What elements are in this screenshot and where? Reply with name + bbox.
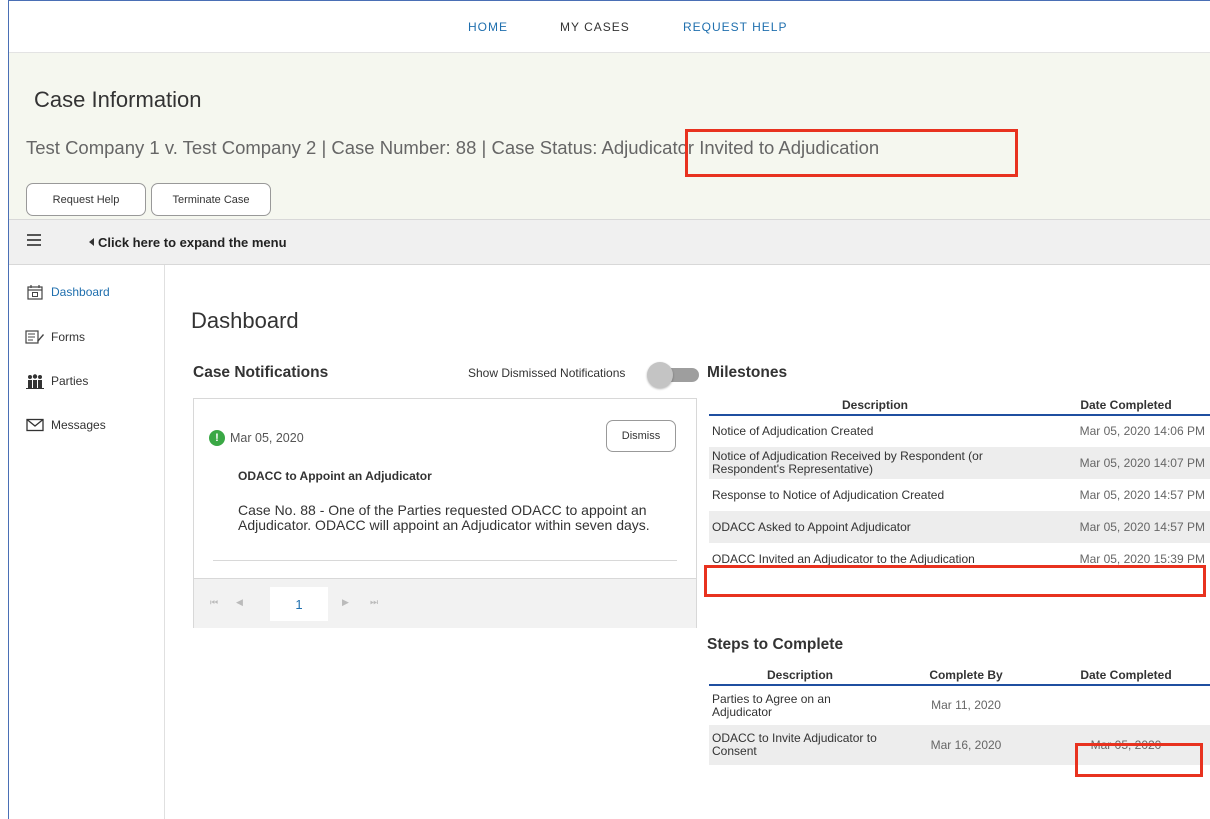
milestone-date: Mar 05, 2020 14:57 PM (1079, 487, 1205, 502)
step-description: Parties to Agree on an Adjudicator (712, 691, 831, 719)
prev-page-icon[interactable]: ◀ (236, 597, 243, 608)
app-frame: HOME MY CASES REQUEST HELP Case Informat… (8, 0, 1210, 819)
sidebar-item-label: Messages (51, 418, 106, 432)
milestones-heading: Milestones (707, 364, 788, 381)
current-page[interactable]: 1 (270, 587, 328, 621)
sidebar-item-dashboard[interactable]: Dashboard (25, 282, 110, 302)
column-header: Complete By (891, 665, 1041, 686)
request-help-button[interactable]: Request Help (26, 183, 146, 216)
page-title: Case Information (34, 87, 202, 112)
sidebar-item-label: Dashboard (51, 285, 110, 299)
case-summary-text: Test Company 1 v. Test Company 2 | Case … (26, 137, 602, 158)
table-row: ODACC Asked to Appoint Adjudicator Mar 0… (709, 511, 1210, 543)
show-dismissed-label: Show Dismissed Notifications (468, 366, 626, 380)
column-header: Date Completed (1041, 395, 1210, 416)
milestone-description: ODACC Invited an Adjudicator to the Adju… (712, 551, 975, 566)
milestone-date: Mar 05, 2020 14:06 PM (1079, 424, 1205, 438)
case-header: Case Information Test Company 1 v. Test … (9, 53, 1210, 219)
column-header: Description (709, 665, 891, 686)
steps-table: Description Complete By Date Completed P… (709, 665, 1210, 765)
table-row: Response to Notice of Adjudication Creat… (709, 479, 1210, 511)
step-complete-by: Mar 11, 2020 (931, 698, 1001, 712)
terminate-case-button[interactable]: Terminate Case (151, 183, 271, 216)
pagination: ⏮ ◀ 1 ▶ ⏭ (194, 578, 696, 628)
column-header: Description (709, 395, 1041, 416)
milestone-description: Notice of Adjudication Received by Respo… (709, 447, 1041, 479)
milestones-table: Description Date Completed Notice of Adj… (709, 395, 1210, 575)
sidebar-item-parties[interactable]: Parties (25, 371, 88, 391)
notification-panel: ! Mar 05, 2020 Dismiss ODACC to Appoint … (193, 398, 697, 628)
caret-left-icon (89, 238, 94, 246)
sidebar: Dashboard Forms Parties Messages (9, 265, 165, 819)
table-row: ODACC Invited an Adjudicator to the Adju… (709, 543, 1210, 575)
milestone-date: Mar 05, 2020 15:39 PM (1079, 551, 1205, 566)
milestone-date: Mar 05, 2020 14:57 PM (1041, 511, 1210, 543)
case-summary: Test Company 1 v. Test Company 2 | Case … (26, 137, 879, 159)
sidebar-item-messages[interactable]: Messages (25, 415, 106, 435)
parties-icon (25, 373, 45, 389)
next-page-icon[interactable]: ▶ (342, 597, 349, 608)
forms-icon (25, 329, 45, 345)
milestone-date: Mar 05, 2020 14:07 PM (1041, 447, 1210, 479)
step-complete-by: Mar 16, 2020 (891, 725, 1041, 765)
steps-heading: Steps to Complete (707, 636, 844, 653)
sidebar-item-forms[interactable]: Forms (25, 327, 85, 347)
sidebar-item-label: Parties (51, 374, 89, 388)
top-navigation: HOME MY CASES REQUEST HELP (9, 1, 1210, 53)
column-header: Date Completed (1041, 665, 1210, 686)
divider (213, 560, 677, 561)
table-row: Notice of Adjudication Received by Respo… (709, 447, 1210, 479)
notification-title: ODACC to Appoint an Adjudicator (238, 469, 432, 483)
hamburger-icon[interactable] (27, 234, 41, 249)
alert-icon: ! (209, 430, 225, 446)
menu-bar: Click here to expand the menu (9, 219, 1210, 265)
table-row: Parties to Agree on an Adjudicator Mar 1… (709, 685, 1210, 725)
nav-my-cases-link[interactable]: MY CASES (560, 20, 630, 34)
case-notifications-heading: Case Notifications (193, 364, 329, 381)
step-date-completed: Mar 05, 2020 (1041, 725, 1210, 765)
notification-date-text: Mar 05, 2020 (230, 431, 304, 445)
first-page-icon[interactable]: ⏮ (210, 597, 218, 608)
table-row: Notice of Adjudication Created Mar 05, 2… (709, 415, 1210, 447)
milestone-description: Notice of Adjudication Created (712, 424, 874, 438)
calendar-icon (25, 284, 45, 300)
envelope-icon (25, 417, 45, 433)
milestone-description: ODACC Asked to Appoint Adjudicator (709, 511, 1041, 543)
nav-request-help-link[interactable]: REQUEST HELP (683, 20, 787, 34)
show-dismissed-toggle[interactable] (647, 362, 699, 388)
sidebar-item-label: Forms (51, 330, 85, 344)
milestone-description: Response to Notice of Adjudication Creat… (712, 487, 945, 502)
notification-date: ! Mar 05, 2020 (209, 430, 304, 446)
last-page-icon[interactable]: ⏭ (370, 597, 378, 608)
case-status-value: Adjudicator Invited to Adjudication (601, 137, 880, 158)
dashboard-title: Dashboard (191, 308, 299, 333)
notification-body: Case No. 88 - One of the Parties request… (238, 502, 650, 533)
dismiss-button[interactable]: Dismiss (606, 420, 676, 452)
step-description: ODACC to Invite Adjudicator to Consent (709, 725, 891, 765)
step-date-completed (1041, 685, 1210, 725)
nav-home-link[interactable]: HOME (468, 20, 508, 34)
expand-menu-link[interactable]: Click here to expand the menu (98, 235, 287, 250)
table-row: ODACC to Invite Adjudicator to Consent M… (709, 725, 1210, 765)
